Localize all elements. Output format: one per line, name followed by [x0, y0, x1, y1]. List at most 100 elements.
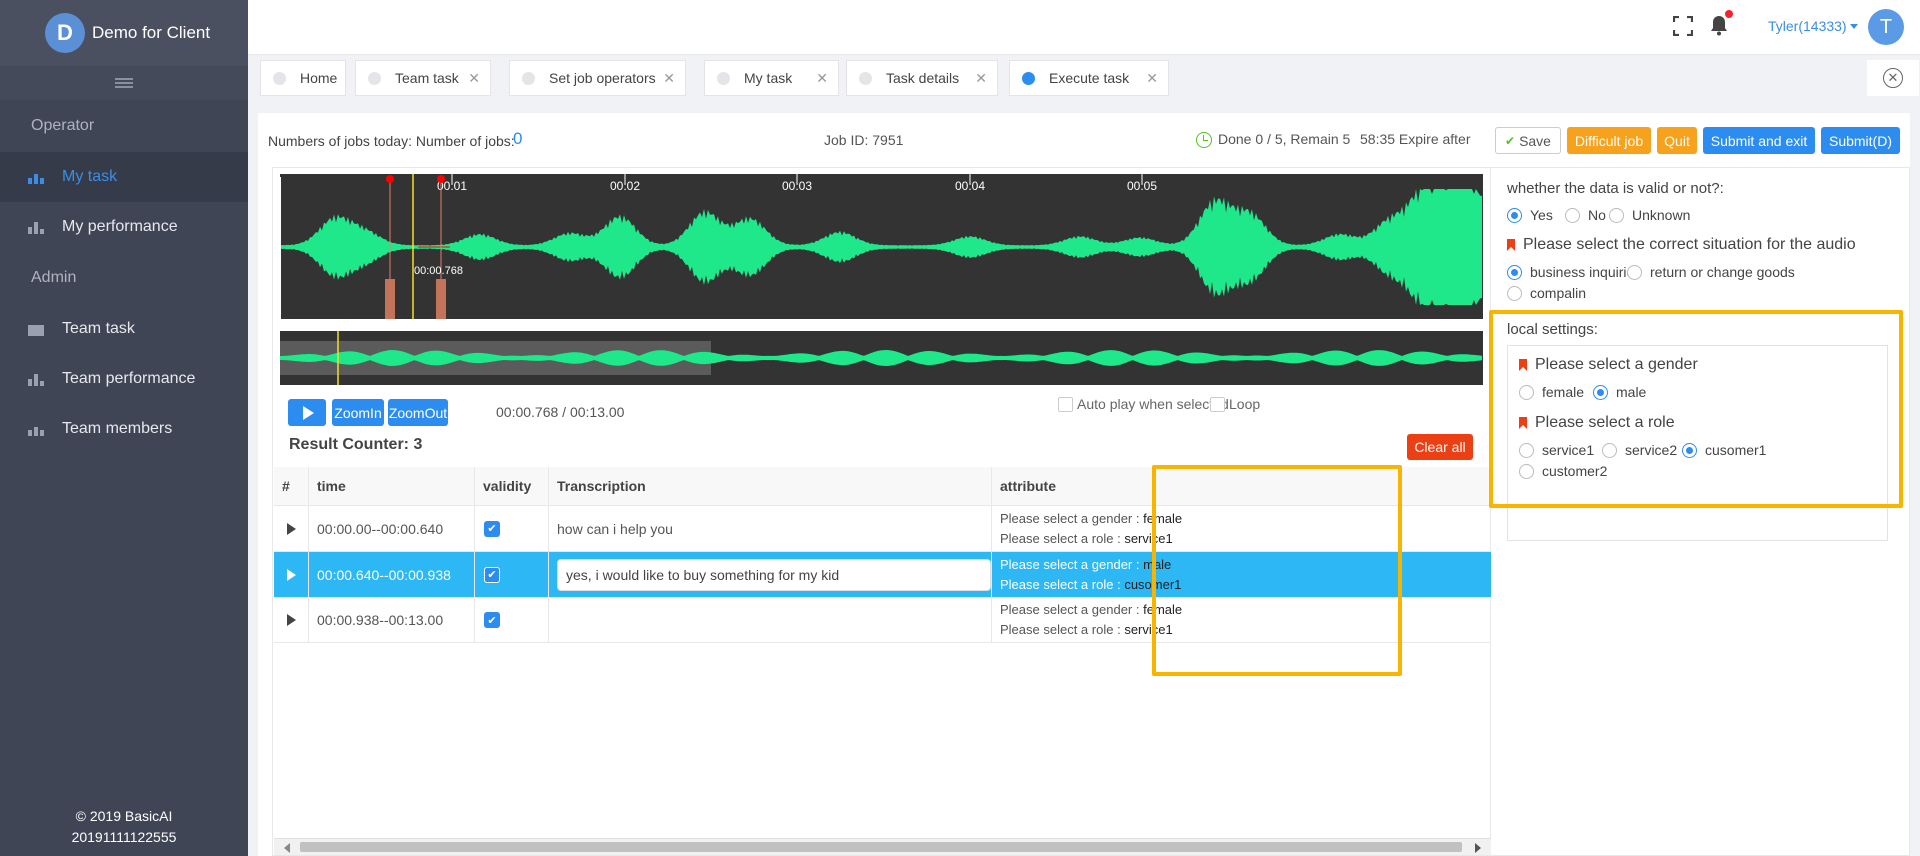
radio-dot[interactable] — [1593, 384, 1608, 400]
attr-role-label: Please select a role : — [1000, 530, 1121, 546]
radio-female[interactable]: female — [1519, 384, 1584, 400]
scroll-left-icon[interactable] — [284, 843, 290, 853]
radio-dot[interactable] — [1507, 207, 1522, 223]
sidebar-item-team-performance[interactable]: Team performance — [0, 354, 248, 404]
fullscreen-icon[interactable] — [1673, 16, 1693, 36]
check-icon[interactable]: ✔ — [484, 520, 500, 537]
close-icon[interactable]: ✕ — [663, 70, 675, 87]
brand-name: Demo for Client — [92, 23, 211, 42]
row-play-cell[interactable] — [274, 506, 309, 551]
col-transcription: Transcription — [549, 467, 992, 505]
play-icon[interactable] — [287, 568, 296, 581]
radio-dot[interactable] — [1609, 207, 1624, 223]
loop-checkbox[interactable]: Loop — [1210, 396, 1260, 412]
tab-bar: Home Team task ✕ Set job operators ✕ My ta… — [248, 55, 1920, 101]
submit-and-exit-button[interactable]: Submit and exit — [1703, 127, 1815, 154]
play-icon[interactable] — [287, 522, 296, 535]
zoom-out-button[interactable]: ZoomOut — [388, 399, 448, 426]
radio-dot[interactable] — [1519, 384, 1534, 400]
sidebar-item-team-members[interactable]: Team members — [0, 404, 248, 454]
radio-service2[interactable]: service2 — [1602, 442, 1677, 458]
sidebar-item-my-performance[interactable]: My performance — [0, 202, 248, 252]
radio-unknown[interactable]: Unknown — [1609, 207, 1690, 223]
menu-toggle-icon[interactable] — [0, 66, 248, 100]
waveform-canvas[interactable]: 00:01 00:02 00:03 00:04 00:0500:00.768 — [280, 174, 1483, 319]
play-icon[interactable] — [287, 614, 296, 626]
radio-business-inquiries[interactable]: business inquiries — [1507, 264, 1641, 280]
radio-return-goods[interactable]: return or change goods — [1627, 264, 1795, 280]
row-play-cell[interactable] — [274, 552, 309, 597]
radio-dot[interactable] — [1507, 285, 1522, 301]
jobs-label: Numbers of jobs today: Number of jobs: — [268, 133, 515, 149]
radio-dot[interactable] — [1627, 264, 1642, 280]
sidebar-item-team-task[interactable]: Team task — [0, 304, 248, 354]
clear-all-button[interactable]: Clear all — [1407, 434, 1473, 460]
brand-logo: D — [45, 13, 85, 53]
close-icon[interactable]: ✕ — [975, 70, 987, 87]
table-row-selected[interactable]: 00:00.640--00:00.938 ✔ yes, i would like… — [274, 552, 1491, 598]
close-icon[interactable]: ✕ — [816, 70, 828, 87]
overview-canvas[interactable] — [280, 331, 1483, 385]
row-transcription[interactable]: how can i help you — [549, 506, 992, 551]
row-validity[interactable]: ✔ — [475, 552, 549, 597]
radio-dot[interactable] — [1507, 264, 1522, 280]
attr-gender-label: Please select a gender : — [1000, 602, 1140, 617]
checkbox-box[interactable] — [1210, 396, 1225, 412]
radio-cusomer1[interactable]: cusomer1 — [1682, 442, 1766, 458]
row-transcription[interactable] — [549, 598, 992, 642]
radio-yes[interactable]: Yes — [1507, 207, 1553, 223]
tab-home[interactable]: Home — [260, 60, 346, 96]
row-validity[interactable]: ✔ — [475, 598, 549, 642]
close-icon[interactable]: ✕ — [1146, 70, 1158, 87]
waveform-view[interactable]: 00:01 00:02 00:03 00:04 00:05 00:00.768 — [280, 174, 1483, 319]
transcription-input[interactable]: yes, i would like to buy something for m… — [557, 558, 991, 591]
sidebar-item-label: My performance — [62, 218, 178, 235]
checkbox-box[interactable] — [1058, 396, 1073, 412]
radio-male[interactable]: male — [1593, 384, 1646, 400]
check-icon[interactable]: ✔ — [484, 566, 500, 583]
row-validity[interactable]: ✔ — [475, 506, 549, 551]
radio-customer2[interactable]: customer2 — [1519, 463, 1607, 479]
row-play-cell[interactable] — [274, 598, 309, 642]
tab-my-task[interactable]: My task ✕ — [704, 60, 839, 96]
close-icon[interactable]: ✕ — [468, 70, 480, 87]
bell-icon[interactable] — [1710, 14, 1728, 36]
scroll-thumb[interactable] — [300, 842, 1462, 852]
tab-execute-task[interactable]: Execute task ✕ — [1009, 60, 1169, 96]
submit-button[interactable]: Submit(D) — [1821, 127, 1900, 154]
radio-dot[interactable] — [1519, 442, 1534, 458]
avatar[interactable]: T — [1868, 9, 1904, 45]
difficult-job-button[interactable]: Difficult job — [1567, 127, 1651, 154]
close-all-tabs-button[interactable]: ✕ — [1867, 60, 1919, 96]
tab-task-details[interactable]: Task details ✕ — [846, 60, 998, 96]
user-name[interactable]: Tyler(14333) — [1768, 18, 1847, 34]
caret-down-icon[interactable] — [1850, 24, 1858, 29]
radio-dot[interactable] — [1682, 442, 1697, 458]
segment-handle-top — [437, 175, 445, 183]
radio-no[interactable]: No — [1565, 207, 1606, 223]
table-header: # time validity Transcription attribute — [274, 467, 1491, 506]
check-icon[interactable]: ✔ — [484, 612, 500, 628]
job-progress: Done 0 / 5, Remain 5 — [1218, 131, 1351, 147]
row-transcription: yes, i would like to buy something for m… — [549, 552, 992, 597]
radio-service1[interactable]: service1 — [1519, 442, 1594, 458]
local-settings-title: local settings: — [1507, 321, 1598, 338]
radio-compalin[interactable]: compalin — [1507, 285, 1586, 301]
waveform-overview[interactable] — [280, 331, 1483, 385]
table-row[interactable]: 00:00.938--00:13.00 ✔ Please select a ge… — [274, 598, 1491, 643]
horizontal-scrollbar[interactable] — [274, 838, 1491, 855]
tab-team-task[interactable]: Team task ✕ — [355, 60, 491, 96]
sidebar-item-my-task[interactable]: My task — [0, 152, 248, 202]
zoom-in-button[interactable]: ZoomIn — [332, 399, 384, 426]
radio-dot[interactable] — [1602, 442, 1617, 458]
tab-set-job-operators[interactable]: Set job operators ✕ — [509, 60, 686, 96]
radio-dot[interactable] — [1565, 207, 1580, 223]
table-row[interactable]: 00:00.00--00:00.640 ✔ how can i help you… — [274, 506, 1491, 552]
scroll-right-icon[interactable] — [1475, 843, 1481, 853]
radio-dot[interactable] — [1519, 463, 1534, 479]
play-button[interactable] — [288, 399, 326, 426]
quit-button[interactable]: Quit — [1657, 127, 1697, 154]
autoplay-checkbox[interactable]: Auto play when selected — [1058, 396, 1229, 412]
bar-chart-icon — [28, 220, 44, 234]
save-button[interactable]: ✔ Save — [1495, 127, 1561, 154]
